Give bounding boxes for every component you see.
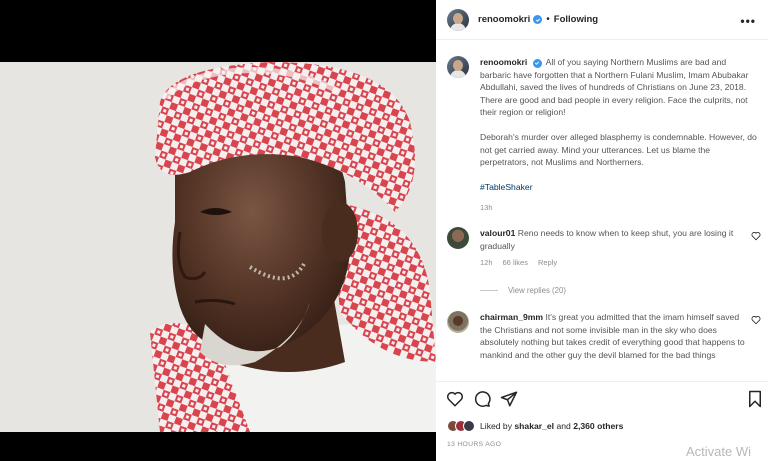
activate-windows-watermark: Activate Wi xyxy=(686,444,752,459)
liked-by-and: and xyxy=(556,421,571,431)
author-username[interactable]: renoomokri xyxy=(478,14,530,25)
caption-avatar[interactable] xyxy=(447,56,469,78)
heart-icon[interactable] xyxy=(446,390,464,408)
liked-by-prefix: Liked by xyxy=(480,421,513,431)
replies-divider xyxy=(480,290,498,291)
post-photo[interactable] xyxy=(0,62,436,432)
verified-badge-icon xyxy=(532,58,542,68)
liked-by-count-link[interactable]: 2,360 others xyxy=(573,421,623,431)
liked-by-row: Liked by shakar_el and 2,360 others xyxy=(447,420,623,432)
comment-text-block: chairman_9mm It's great you admitted tha… xyxy=(480,311,748,361)
comment-username[interactable]: chairman_9mm xyxy=(480,312,543,322)
comment-meta: 12h 66 likes Reply xyxy=(480,258,763,267)
comment-heart-icon[interactable] xyxy=(751,231,761,241)
more-options-icon[interactable]: ••• xyxy=(740,14,756,28)
commenter-avatar[interactable] xyxy=(447,227,469,249)
author-avatar[interactable] xyxy=(447,8,469,31)
comment-time: 12h xyxy=(480,258,493,268)
comment-username[interactable]: valour01 xyxy=(480,228,515,238)
comment-reply-button[interactable]: Reply xyxy=(538,258,557,267)
comment-item: valour01 Reno needs to know when to keep… xyxy=(447,227,763,267)
liker-avatar[interactable] xyxy=(463,420,475,432)
caption-paragraph-2: Deborah's murder over alleged blasphemy … xyxy=(480,131,757,168)
comment-heart-icon[interactable] xyxy=(751,315,761,325)
comment-likes[interactable]: 66 likes xyxy=(503,258,528,267)
comment-text-block: valour01 Reno needs to know when to keep… xyxy=(480,227,748,252)
following-button[interactable]: Following xyxy=(554,14,598,25)
comment-icon[interactable] xyxy=(473,390,491,408)
caption-timestamp: 13h xyxy=(480,203,493,213)
commenter-avatar[interactable] xyxy=(447,311,469,333)
caption-username[interactable]: renoomokri xyxy=(480,57,527,67)
caption-hashtag-link[interactable]: #TableShaker xyxy=(480,181,757,194)
bookmark-icon[interactable] xyxy=(746,390,764,408)
view-replies-button[interactable]: View replies (20) xyxy=(480,286,566,295)
post-image xyxy=(0,62,436,432)
caption-text-block: renoomokri All of you saying Northern Mu… xyxy=(480,56,757,193)
liked-by-user-link[interactable]: shakar_el xyxy=(514,421,554,431)
post-timeago: 13 HOURS AGO xyxy=(447,441,502,448)
comment-body: Reno needs to know when to keep shut, yo… xyxy=(480,228,734,251)
verified-badge-icon xyxy=(533,15,543,24)
post-details-panel: renoomokri • Following ••• renoomokri Al… xyxy=(436,0,768,461)
separator-dot: • xyxy=(546,14,550,25)
comment-item: chairman_9mm It's great you admitted tha… xyxy=(447,311,763,361)
media-panel xyxy=(0,0,436,461)
comments-scroll-area[interactable]: renoomokri All of you saying Northern Mu… xyxy=(436,41,768,381)
view-replies-label[interactable]: View replies (20) xyxy=(508,286,566,295)
share-icon[interactable] xyxy=(500,390,518,408)
post-caption: renoomokri All of you saying Northern Mu… xyxy=(447,56,757,212)
liked-by-text: Liked by shakar_el and 2,360 others xyxy=(480,421,623,431)
post-header: renoomokri • Following ••• xyxy=(436,0,768,40)
